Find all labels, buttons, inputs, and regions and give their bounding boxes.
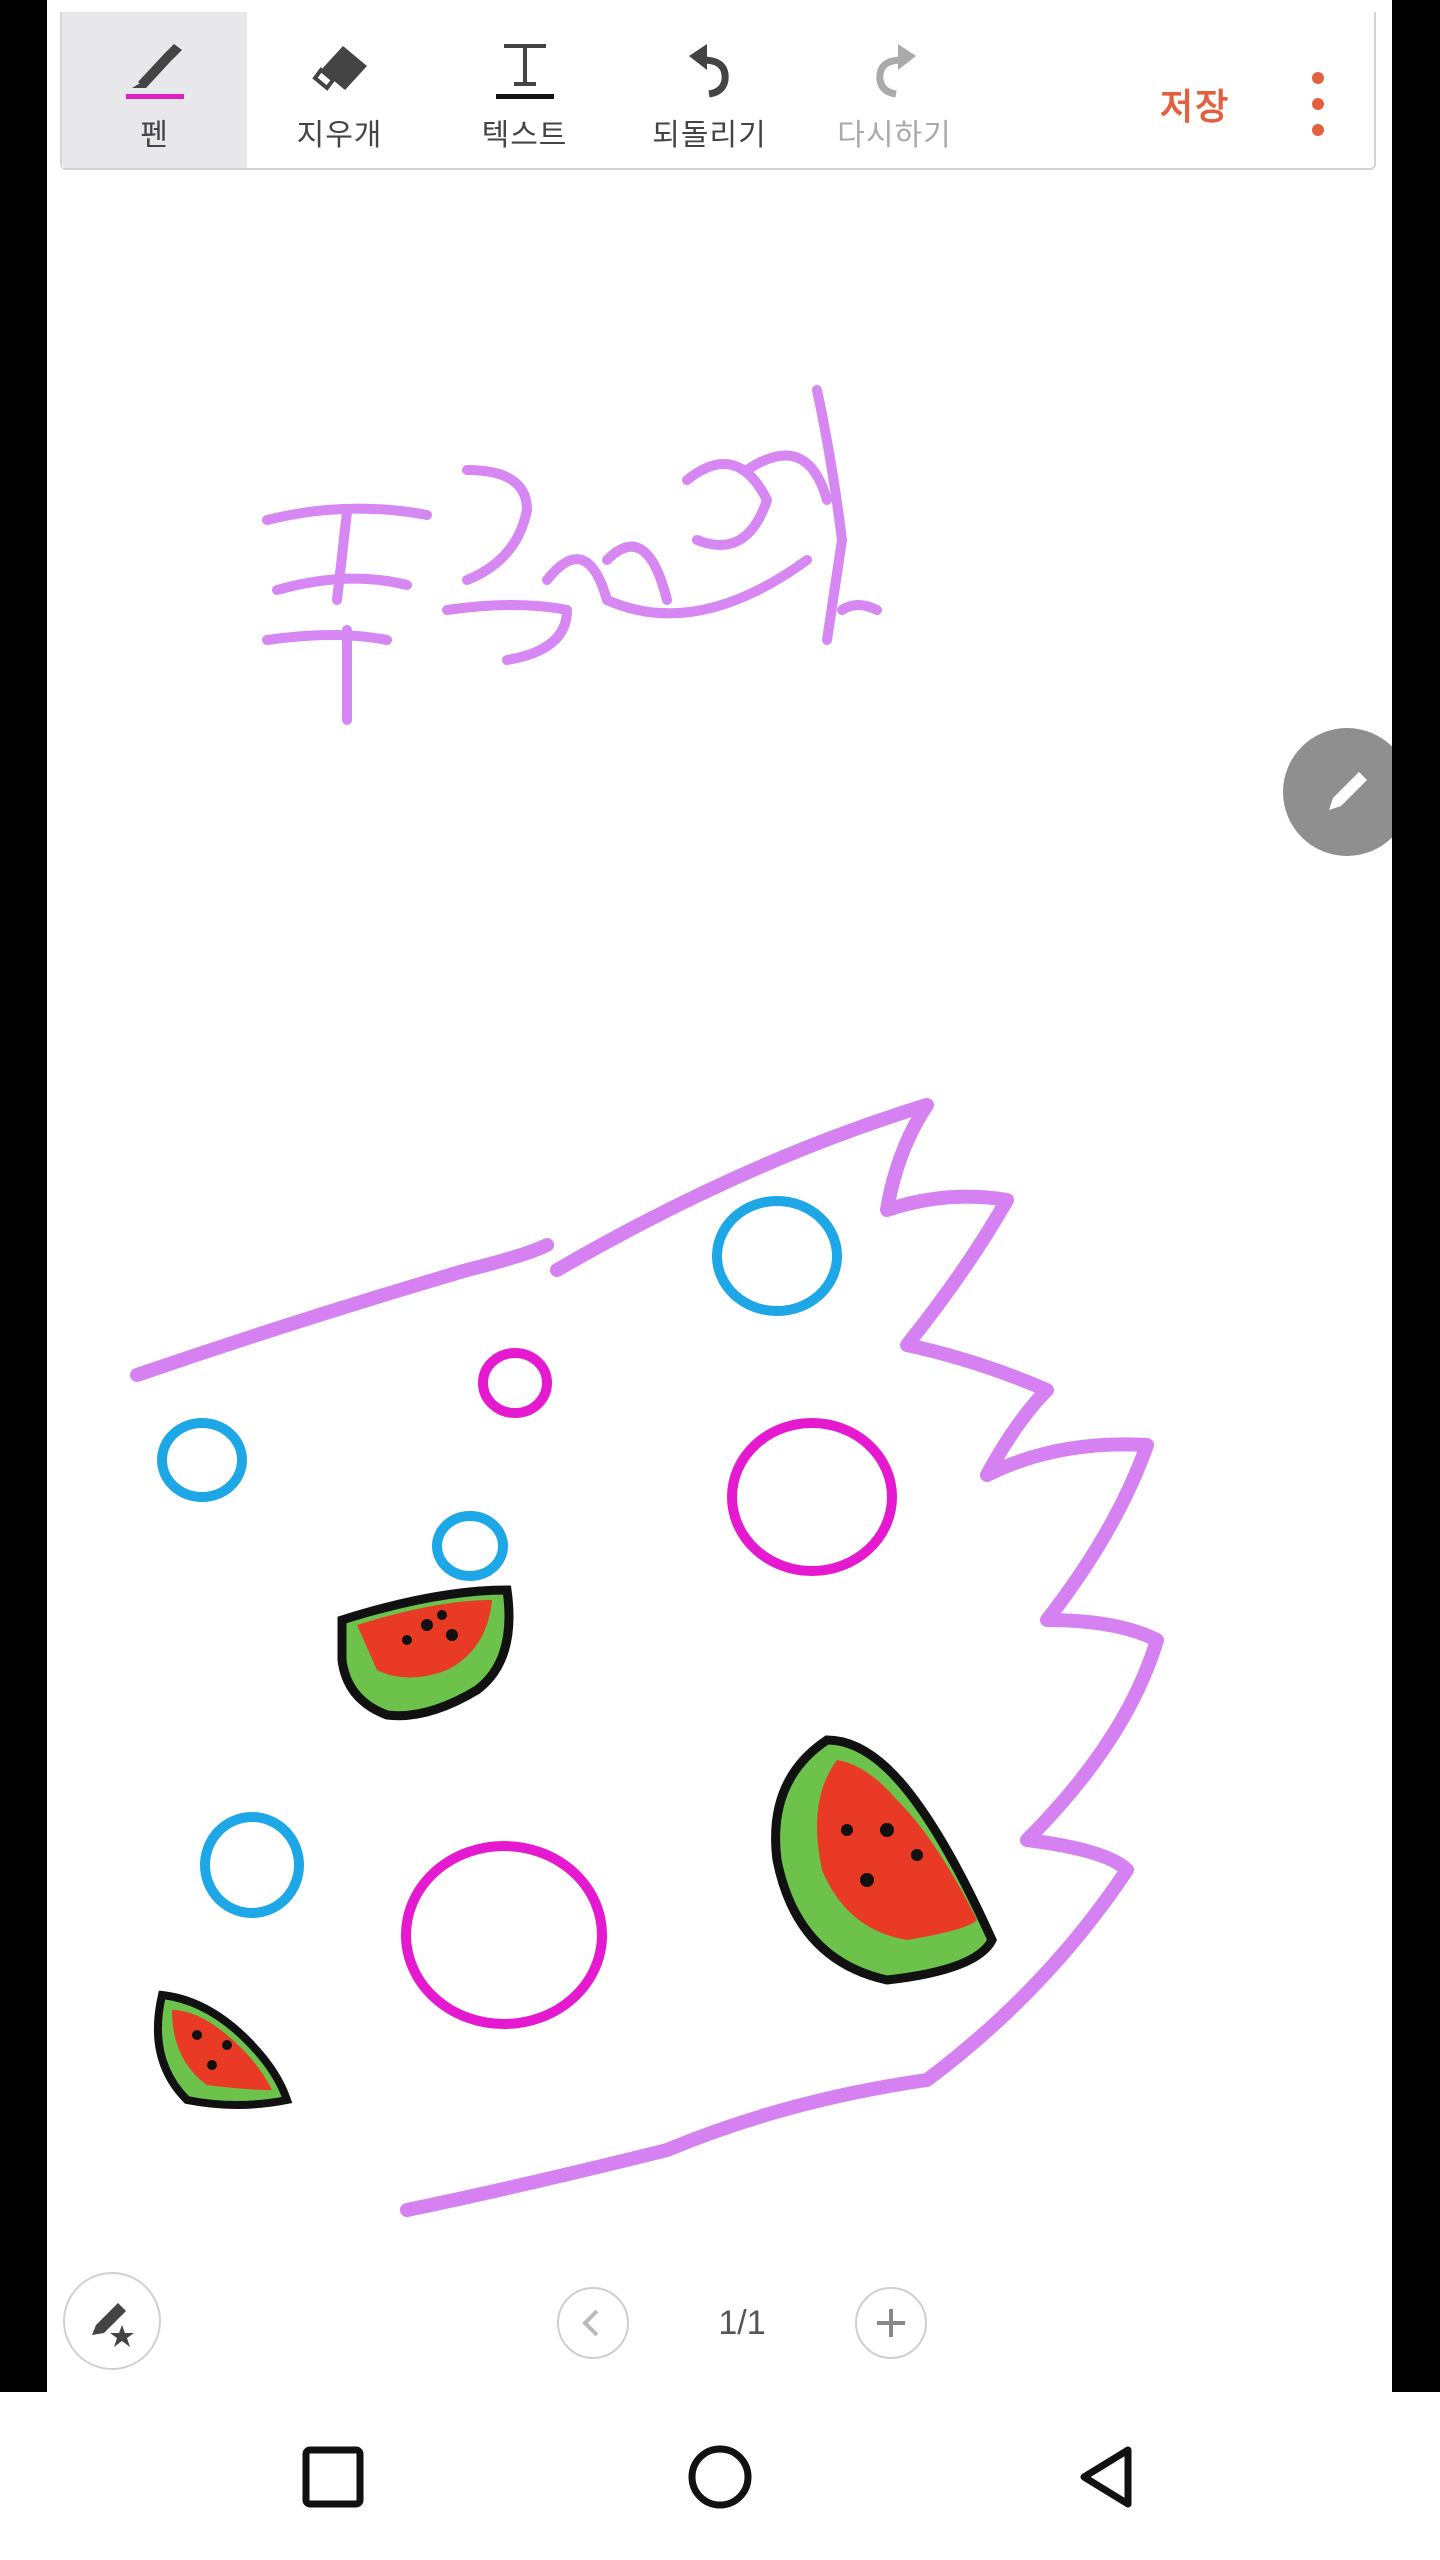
system-nav-bar: [0, 2392, 1440, 2560]
redo-label: 다시하기: [837, 119, 952, 152]
more-options-icon[interactable]: [1298, 72, 1338, 136]
pen-tool-label: 펜: [140, 119, 169, 152]
watermelon-3: [153, 1990, 293, 2109]
zigzag-stroke: [130, 1098, 1164, 2217]
back-button[interactable]: [1062, 2432, 1152, 2522]
undo-icon: [675, 36, 745, 102]
text-t-icon: [490, 36, 560, 102]
text-tool-button[interactable]: 텍스트: [432, 12, 617, 168]
text-tool-label: 텍스트: [481, 119, 568, 152]
pen-icon: [120, 36, 190, 102]
watermelon-1: [337, 1585, 514, 1721]
page-navigator: 1/1: [557, 2280, 927, 2366]
undo-button[interactable]: 되돌리기: [617, 12, 802, 168]
favorite-pen-button[interactable]: [63, 2272, 161, 2370]
plus-icon: [876, 2309, 905, 2337]
eraser-icon: [305, 36, 375, 102]
previous-page-button[interactable]: [557, 2287, 629, 2359]
toolbar: 펜 지우개 텍스트 되돌리기 다시하기 저장: [60, 12, 1376, 170]
add-page-button[interactable]: [854, 2287, 927, 2359]
blue-circles: [157, 1196, 842, 1918]
triangle-back-icon: [1080, 2446, 1132, 2508]
save-button[interactable]: 저장: [1160, 78, 1230, 130]
page-indicator: 1/1: [718, 2303, 766, 2342]
handwritten-text-strokes: [262, 385, 882, 725]
recents-button[interactable]: [288, 2432, 378, 2522]
redo-icon: [860, 36, 930, 102]
pencil-icon: [1329, 772, 1367, 810]
pen-star-icon: [92, 2303, 134, 2347]
eraser-tool-label: 지우개: [296, 119, 383, 152]
undo-label: 되돌리기: [652, 119, 767, 152]
memo-app: 펜 지우개 텍스트 되돌리기 다시하기 저장 1/1: [47, 0, 1392, 2392]
square-icon: [302, 2446, 364, 2508]
pen-tool-button[interactable]: 펜: [62, 12, 247, 168]
redo-button[interactable]: 다시하기: [802, 12, 987, 168]
eraser-tool-button[interactable]: 지우개: [247, 12, 432, 168]
watermelon-2: [771, 1735, 997, 1985]
drawing-canvas[interactable]: [47, 0, 1392, 2392]
home-button[interactable]: [675, 2432, 765, 2522]
circle-icon: [688, 2445, 752, 2509]
chevron-left-icon: [582, 2309, 599, 2337]
